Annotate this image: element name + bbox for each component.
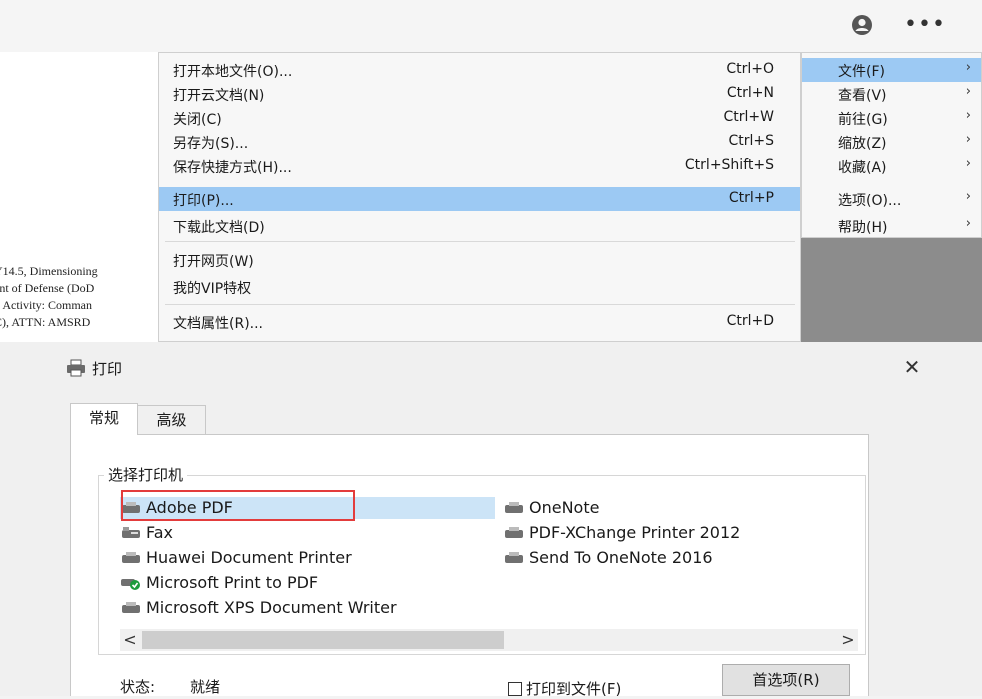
close-icon[interactable]: ✕ bbox=[900, 356, 924, 380]
user-icon[interactable] bbox=[851, 14, 873, 36]
main-menu-bar: 文件(F) › 查看(V) › 前往(G) › 缩放(Z) › 收藏(A) › … bbox=[801, 52, 982, 238]
printer-name: Microsoft XPS Document Writer bbox=[146, 598, 397, 617]
printer-group-label: 选择打印机 bbox=[104, 464, 188, 485]
menu-item-label: 打印(P)... bbox=[173, 193, 234, 209]
menu-item-label: 关闭(C) bbox=[173, 112, 222, 128]
default-printer-icon bbox=[121, 578, 140, 590]
printer-name: Microsoft Print to PDF bbox=[146, 573, 319, 592]
printer-name: PDF-XChange Printer 2012 bbox=[529, 523, 741, 542]
menu-file[interactable]: 文件(F) › bbox=[802, 58, 981, 82]
menu-go[interactable]: 前往(G) › bbox=[802, 106, 981, 130]
printer-name: Huawei Document Printer bbox=[146, 548, 352, 567]
chevron-right-icon: › bbox=[965, 84, 971, 99]
menu-item-save-shortcut[interactable]: 保存快捷方式(H)... Ctrl+Shift+S bbox=[159, 154, 800, 178]
document-text-line: C), ATTN: AMSRD bbox=[0, 315, 91, 329]
menu-zoom[interactable]: 缩放(Z) › bbox=[802, 130, 981, 154]
menu-item-shortcut: Ctrl+N bbox=[726, 85, 774, 101]
file-menu: 打开本地文件(O)... Ctrl+O 打开云文档(N) Ctrl+N 关闭(C… bbox=[158, 52, 801, 342]
menu-label: 文件(F) bbox=[838, 64, 885, 80]
menu-label: 帮助(H) bbox=[838, 220, 888, 236]
printer-icon bbox=[505, 526, 523, 538]
menu-item-save-as[interactable]: 另存为(S)... Ctrl+S bbox=[159, 130, 800, 154]
chevron-right-icon: › bbox=[965, 132, 971, 147]
printer-item-xps[interactable]: Microsoft XPS Document Writer bbox=[120, 597, 397, 619]
printer-icon bbox=[505, 501, 523, 513]
print-dialog: 打印 ✕ 常规 高级 选择打印机 Adobe PDF Fax Huawei Do… bbox=[0, 342, 982, 698]
printer-list-scrollbar[interactable]: < > bbox=[120, 629, 858, 651]
printer-icon bbox=[67, 359, 85, 377]
printer-name: Fax bbox=[146, 523, 174, 542]
annotation-highlight-box bbox=[121, 490, 355, 521]
printer-item-onenote[interactable]: OneNote bbox=[503, 497, 599, 519]
chevron-right-icon: › bbox=[965, 108, 971, 123]
menu-item-label: 我的VIP特权 bbox=[173, 281, 252, 297]
menu-item-open-cloud[interactable]: 打开云文档(N) Ctrl+N bbox=[159, 82, 800, 106]
status-label: 状态: bbox=[120, 678, 156, 696]
menu-item-close[interactable]: 关闭(C) Ctrl+W bbox=[159, 106, 800, 130]
menu-item-label: 保存快捷方式(H)... bbox=[173, 160, 292, 176]
menu-item-shortcut: Ctrl+S bbox=[728, 133, 774, 149]
scroll-left-icon[interactable]: < bbox=[120, 629, 140, 651]
menu-item-shortcut: Ctrl+W bbox=[723, 109, 774, 125]
menu-separator bbox=[165, 241, 795, 242]
menu-label: 前往(G) bbox=[838, 112, 888, 128]
tab-advanced[interactable]: 高级 bbox=[138, 405, 206, 435]
menu-item-shortcut: Ctrl+P bbox=[728, 190, 774, 206]
status-value: 就绪 bbox=[190, 678, 221, 696]
printer-icon bbox=[505, 551, 523, 563]
document-text-line: g Activity: Comman bbox=[0, 298, 92, 312]
menu-item-print[interactable]: 打印(P)... Ctrl+P bbox=[159, 187, 800, 211]
document-text-line: ent of Defense (DoD bbox=[0, 281, 95, 295]
menu-help[interactable]: 帮助(H) › bbox=[802, 214, 981, 238]
menu-item-shortcut: Ctrl+Shift+S bbox=[684, 157, 774, 173]
menu-item-label: 打开本地文件(O)... bbox=[173, 64, 293, 80]
chevron-right-icon: › bbox=[965, 189, 971, 204]
scroll-right-icon[interactable]: > bbox=[838, 629, 858, 651]
printer-item-send-to-onenote[interactable]: Send To OneNote 2016 bbox=[503, 547, 713, 569]
print-to-file-checkbox[interactable] bbox=[508, 682, 522, 696]
document-text-line: Y14.5, Dimensioning bbox=[0, 264, 98, 278]
menu-item-label: 打开云文档(N) bbox=[173, 88, 265, 104]
printer-name: OneNote bbox=[529, 498, 600, 517]
menu-label: 收藏(A) bbox=[838, 160, 887, 176]
menu-item-download[interactable]: 下载此文档(D) bbox=[159, 214, 800, 238]
menu-label: 选项(O)... bbox=[838, 193, 902, 209]
chevron-right-icon: › bbox=[965, 60, 971, 75]
menu-view[interactable]: 查看(V) › bbox=[802, 82, 981, 106]
printer-item-ms-print-to-pdf[interactable]: Microsoft Print to PDF bbox=[120, 572, 318, 594]
printer-name: Send To OneNote 2016 bbox=[529, 548, 713, 567]
menu-separator bbox=[165, 304, 795, 305]
fax-icon bbox=[122, 526, 140, 538]
menu-label: 查看(V) bbox=[838, 88, 887, 104]
scrollbar-thumb[interactable] bbox=[142, 631, 504, 649]
menu-label: 缩放(Z) bbox=[838, 136, 887, 152]
menu-item-open-local[interactable]: 打开本地文件(O)... Ctrl+O bbox=[159, 58, 800, 82]
menu-favorites[interactable]: 收藏(A) › bbox=[802, 154, 981, 178]
menu-item-shortcut: Ctrl+O bbox=[726, 61, 774, 77]
dialog-title: 打印 bbox=[92, 360, 123, 378]
printer-item-fax[interactable]: Fax bbox=[120, 522, 173, 544]
menu-item-vip[interactable]: 我的VIP特权 bbox=[159, 275, 800, 299]
menu-options[interactable]: 选项(O)... › bbox=[802, 187, 981, 211]
top-toolbar: ••• bbox=[0, 0, 982, 53]
printer-item-huawei[interactable]: Huawei Document Printer bbox=[120, 547, 352, 569]
menu-item-label: 打开网页(W) bbox=[173, 254, 254, 270]
chevron-right-icon: › bbox=[965, 216, 971, 231]
document-page: Y14.5, Dimensioning ent of Defense (DoD … bbox=[0, 52, 158, 342]
tab-general[interactable]: 常规 bbox=[70, 403, 138, 435]
more-options-icon[interactable]: ••• bbox=[904, 12, 945, 40]
printer-item-pdf-xchange[interactable]: PDF-XChange Printer 2012 bbox=[503, 522, 740, 544]
menu-item-label: 文档属性(R)... bbox=[173, 316, 264, 332]
printer-icon bbox=[122, 601, 140, 613]
menu-item-properties[interactable]: 文档属性(R)... Ctrl+D bbox=[159, 310, 800, 334]
menu-item-shortcut: Ctrl+D bbox=[726, 313, 774, 329]
menu-item-label: 另存为(S)... bbox=[173, 136, 249, 152]
menu-item-open-web[interactable]: 打开网页(W) bbox=[159, 248, 800, 272]
preferences-button[interactable]: 首选项(R) bbox=[722, 664, 850, 696]
chevron-right-icon: › bbox=[965, 156, 971, 171]
printer-icon bbox=[122, 551, 140, 563]
menu-item-label: 下载此文档(D) bbox=[173, 220, 265, 236]
